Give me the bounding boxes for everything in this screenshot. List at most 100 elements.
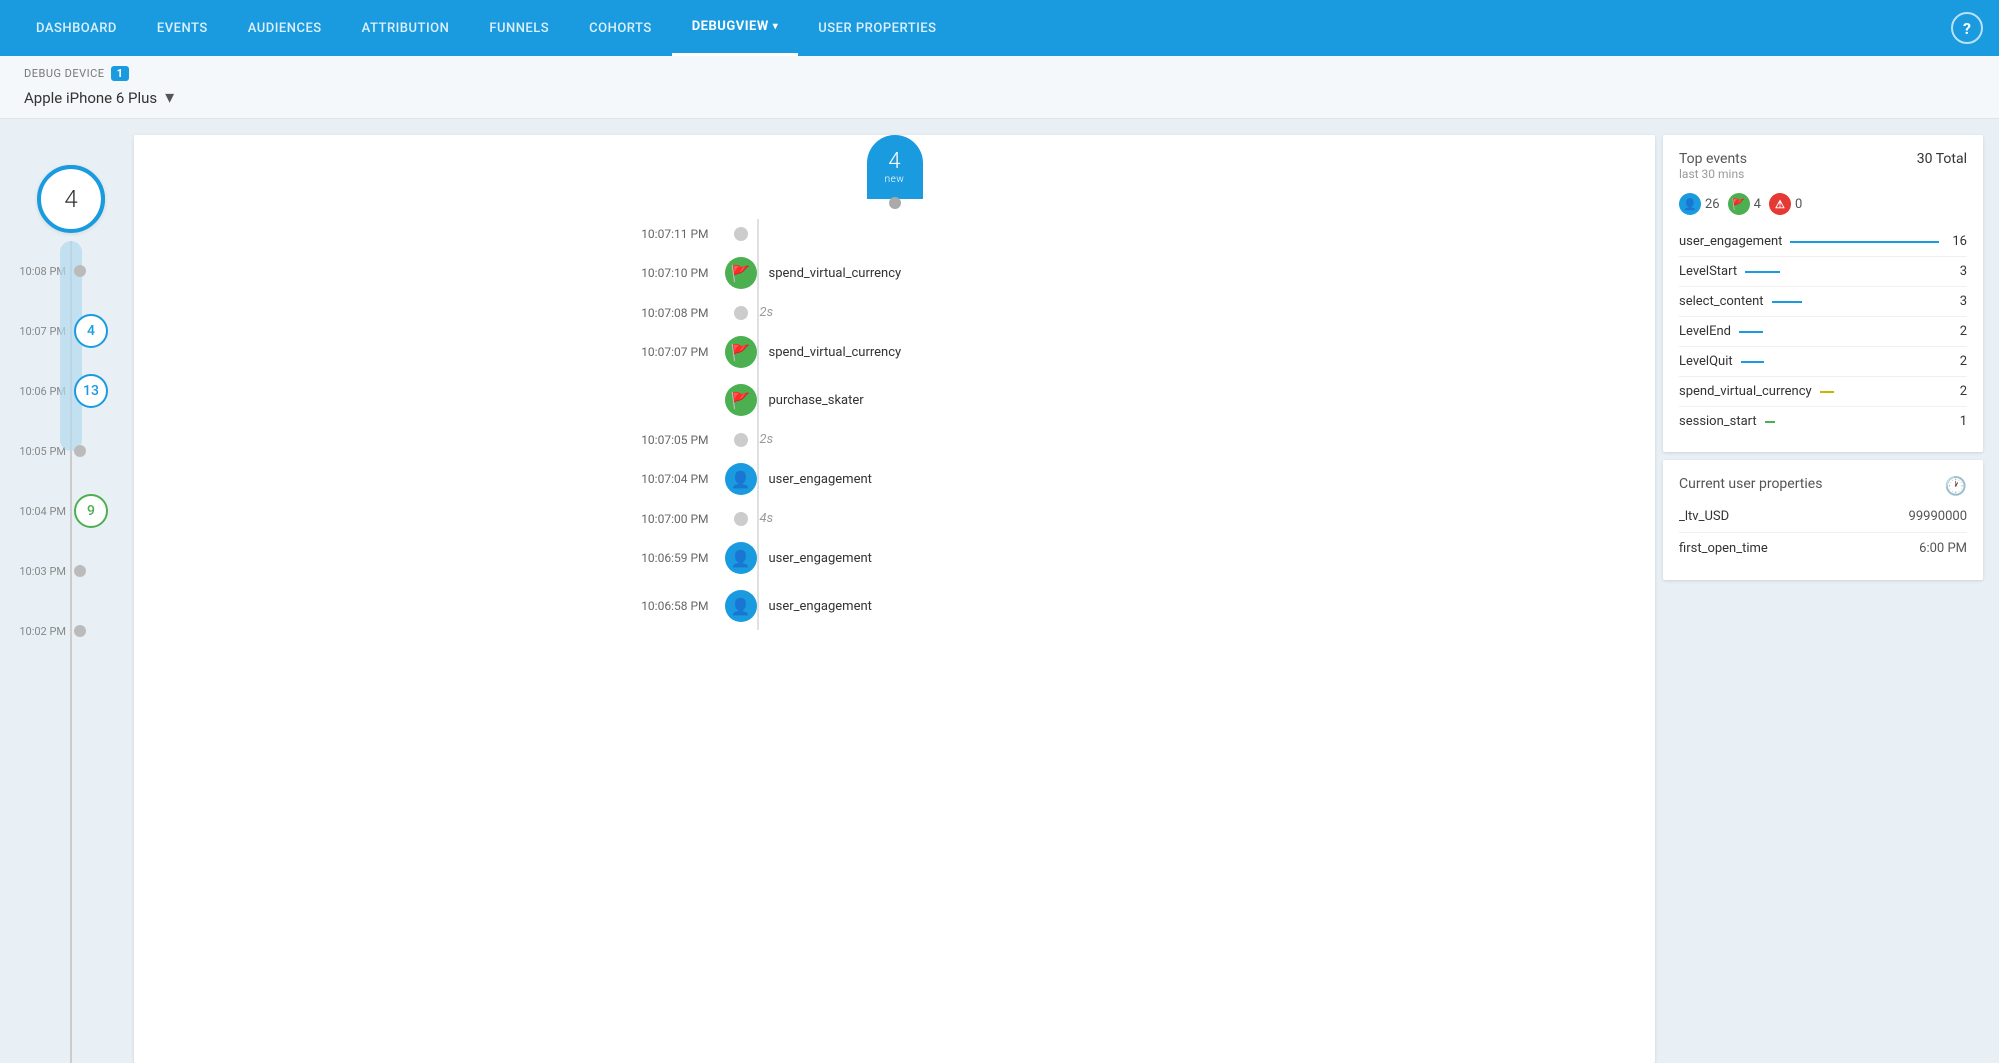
top-events-title: Top events — [1679, 151, 1747, 167]
timeline-dot-1003 — [74, 565, 86, 577]
help-button[interactable]: ? — [1951, 12, 1983, 44]
debug-device-label: DEBUG DEVICE 1 — [24, 66, 1975, 81]
event-row-1: 10:07:11 PM — [595, 219, 1075, 249]
user-prop-key-ltv: _ltv_USD — [1679, 509, 1729, 524]
timeline-circle-1007[interactable]: 4 — [74, 314, 108, 348]
user-prop-val-ltv: 99990000 — [1909, 509, 1967, 524]
nav-events[interactable]: EVENTS — [137, 0, 228, 56]
event-icon-engagement-1: 👤 — [725, 463, 757, 495]
event-list-item-2[interactable]: LevelStart 3 — [1679, 257, 1967, 287]
timeline-circle-1004[interactable]: 9 — [74, 494, 108, 528]
time-label-1003: 10:03 PM — [16, 565, 74, 578]
event-dot-gap-2 — [734, 433, 748, 447]
event-row-5[interactable]: 10:07:04 PM 👤 user_engagement — [595, 455, 1075, 503]
event-name-2: spend_virtual_currency — [757, 345, 902, 360]
event-list-name-3: select_content — [1679, 294, 1764, 309]
event-row-6[interactable]: 10:06:59 PM 👤 user_engagement — [595, 534, 1075, 582]
debug-device-badge: 1 — [111, 66, 130, 81]
event-list-item-4[interactable]: LevelEnd 2 — [1679, 317, 1967, 347]
event-list-item-5[interactable]: LevelQuit 2 — [1679, 347, 1967, 377]
event-row-4[interactable]: 🚩 purchase_skater — [595, 376, 1075, 424]
event-time-gap-3: 10:07:00 PM — [595, 512, 725, 526]
event-name-5: user_engagement — [757, 551, 872, 566]
nav-funnels[interactable]: FUNNELS — [469, 0, 569, 56]
event-list-bar-1 — [1790, 241, 1939, 243]
event-list-bar-container-7 — [1765, 421, 1939, 423]
timeline-dot-1002 — [74, 625, 86, 637]
user-properties-list: _ltv_USD 99990000 first_open_time 6:00 P… — [1679, 501, 1967, 564]
event-list-name-4: LevelEnd — [1679, 324, 1731, 339]
event-list-bar-2 — [1745, 271, 1780, 273]
event-row-3[interactable]: 10:07:07 PM 🚩 spend_virtual_currency — [595, 328, 1075, 376]
time-label-1002: 10:02 PM — [16, 625, 74, 638]
nav-user-properties[interactable]: USER PROPERTIES — [798, 0, 956, 56]
event-icon-engagement-3: 👤 — [725, 590, 757, 622]
event-row-2[interactable]: 10:07:10 PM 🚩 spend_virtual_currency — [595, 249, 1075, 297]
event-detail-panel: 4 new 10:07:11 PM 10:07:10 PM 🚩 spend_vi… — [134, 135, 1655, 1063]
event-time-gap-1: 10:07:08 PM — [595, 306, 725, 320]
event-time-3: 10:07:07 PM — [595, 345, 725, 359]
event-time-7: 10:06:58 PM — [595, 599, 725, 613]
event-list-bar-container-5 — [1741, 361, 1939, 363]
event-list-count-5: 2 — [1947, 354, 1967, 369]
event-row-gap-1: 10:07:08 PM 2s — [595, 297, 1075, 328]
chevron-down-icon: ▾ — [773, 21, 779, 32]
event-time-gap-2: 10:07:05 PM — [595, 433, 725, 447]
timeline-entry-1003: 10:03 PM — [16, 541, 126, 601]
event-list-name-1: user_engagement — [1679, 234, 1782, 249]
event-name-6: user_engagement — [757, 599, 872, 614]
event-list-bar-container-4 — [1739, 331, 1939, 333]
event-list-item-6[interactable]: spend_virtual_currency 2 — [1679, 377, 1967, 407]
timeline-dot-1005 — [74, 445, 86, 457]
badge-blue: 👤 26 — [1679, 193, 1720, 215]
event-list-count-4: 2 — [1947, 324, 1967, 339]
event-list-item-7[interactable]: session_start 1 — [1679, 407, 1967, 436]
badge-red: ⚠ 0 — [1769, 193, 1802, 215]
event-list-bar-container-3 — [1772, 301, 1939, 303]
event-list-item-1[interactable]: user_engagement 16 — [1679, 227, 1967, 257]
event-gap-label-3: 4s — [748, 511, 774, 526]
nav-audiences[interactable]: AUDIENCES — [228, 0, 342, 56]
event-row-7[interactable]: 10:06:58 PM 👤 user_engagement — [595, 582, 1075, 630]
top-events-subtitle: last 30 mins — [1679, 167, 1747, 181]
event-dot-1 — [734, 227, 748, 241]
event-icon-engagement-2: 👤 — [725, 542, 757, 574]
event-list-count-1: 16 — [1947, 234, 1967, 249]
user-prop-val-first-open: 6:00 PM — [1919, 541, 1967, 556]
time-label-1004: 10:04 PM — [16, 505, 74, 518]
event-gap-label-1: 2s — [748, 305, 774, 320]
nav-debugview[interactable]: DEBUGVIEW ▾ — [672, 0, 799, 56]
nav-dashboard[interactable]: DASHBOARD — [16, 0, 137, 56]
badge-dot-green: 🚩 — [1728, 193, 1750, 215]
user-properties-title: Current user properties — [1679, 476, 1822, 492]
badge-dot-blue: 👤 — [1679, 193, 1701, 215]
user-prop-ltv: _ltv_USD 99990000 — [1679, 501, 1967, 533]
event-list-count-3: 3 — [1947, 294, 1967, 309]
event-list-bar-3 — [1772, 301, 1802, 303]
event-list-item-3[interactable]: select_content 3 — [1679, 287, 1967, 317]
dropdown-arrow-icon: ▾ — [165, 87, 174, 108]
timeline-top-circle[interactable]: 4 — [37, 165, 105, 233]
device-selector[interactable]: Apple iPhone 6 Plus ▾ — [24, 87, 1975, 108]
user-prop-first-open: first_open_time 6:00 PM — [1679, 533, 1967, 564]
event-name-1: spend_virtual_currency — [757, 266, 902, 281]
history-icon[interactable]: 🕐 — [1945, 476, 1967, 497]
event-time-6: 10:06:59 PM — [595, 551, 725, 565]
user-prop-key-first-open: first_open_time — [1679, 541, 1768, 556]
event-list-bar-container-6 — [1820, 391, 1939, 393]
timeline-sidebar: 4 10:08 PM 10:07 PM 4 10:06 PM 13 — [16, 135, 126, 1063]
event-dot-gap-3 — [734, 512, 748, 526]
badge-row: 👤 26 🚩 4 ⚠ 0 — [1679, 193, 1967, 215]
nav-attribution[interactable]: ATTRIBUTION — [342, 0, 470, 56]
top-events-card: Top events last 30 mins 30 Total 👤 26 🚩 … — [1663, 135, 1983, 452]
top-events-list: user_engagement 16 LevelStart 3 select_c… — [1679, 227, 1967, 436]
event-list-count-7: 1 — [1947, 414, 1967, 429]
nav-bar: DASHBOARD EVENTS AUDIENCES ATTRIBUTION F… — [0, 0, 1999, 56]
top-events-total: 30 Total — [1917, 151, 1967, 167]
timeline-entry-1004[interactable]: 10:04 PM 9 — [16, 481, 126, 541]
nav-cohorts[interactable]: COHORTS — [569, 0, 672, 56]
event-icon-flag-3: 🚩 — [725, 384, 757, 416]
event-list-name-6: spend_virtual_currency — [1679, 384, 1812, 399]
timeline-circle-1006[interactable]: 13 — [74, 374, 108, 408]
timeline-dot-1008 — [74, 265, 86, 277]
